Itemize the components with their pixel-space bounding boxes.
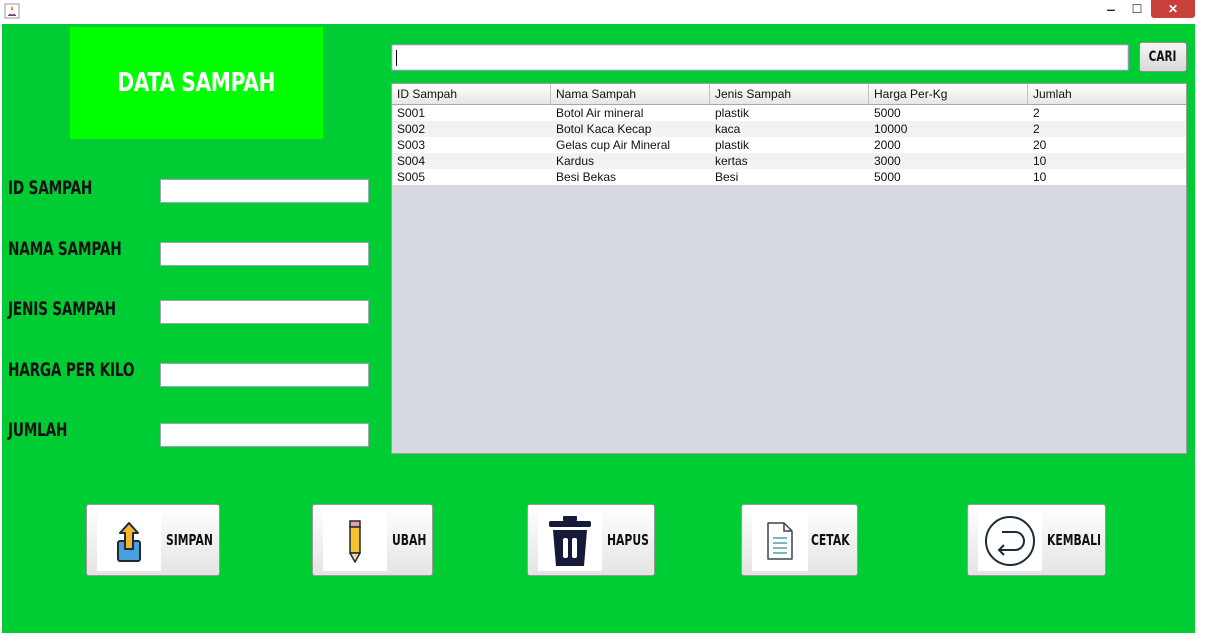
- table-row[interactable]: S003 Gelas cup Air Mineral plastik 2000 …: [392, 137, 1186, 153]
- simpan-label: SIMPAN: [166, 531, 213, 549]
- hapus-button[interactable]: HAPUS: [527, 504, 655, 576]
- harga-per-kilo-label: HARGA PER KILO: [8, 359, 135, 381]
- table-cell: Kardus: [556, 154, 595, 168]
- table-cell: 2000: [874, 138, 901, 152]
- cetak-button[interactable]: CETAK: [741, 504, 858, 576]
- table-body: S001 Botol Air mineral plastik 5000 2 S0…: [392, 105, 1186, 185]
- id-sampah-label: ID SAMPAH: [8, 177, 93, 199]
- kembali-button[interactable]: KEMBALI: [967, 504, 1106, 576]
- jenis-sampah-input[interactable]: [160, 300, 369, 324]
- minimize-icon: ‒: [1107, 1, 1115, 17]
- window-titlebar: ‒ ☐ ✕: [0, 0, 1205, 24]
- jenis-sampah-label: JENIS SAMPAH: [8, 298, 116, 320]
- table-cell: Besi Bekas: [556, 170, 617, 184]
- close-button[interactable]: ✕: [1151, 0, 1195, 18]
- table-cell: S004: [397, 154, 426, 168]
- simpan-button[interactable]: SIMPAN: [86, 504, 220, 576]
- nama-sampah-label: NAMA SAMPAH: [8, 238, 122, 260]
- table-cell: 10000: [874, 122, 908, 136]
- table-cell: 10: [1033, 154, 1047, 168]
- trash-icon: [538, 511, 602, 571]
- ubah-button[interactable]: UBAH: [312, 504, 433, 576]
- search-button[interactable]: CARI: [1139, 42, 1187, 72]
- maximize-icon: ☐: [1131, 2, 1143, 16]
- table-cell: plastik: [715, 138, 750, 152]
- table-row[interactable]: S002 Botol Kaca Kecap kaca 10000 2: [392, 121, 1186, 137]
- column-header-nama-sampah[interactable]: Nama Sampah: [551, 84, 710, 105]
- minimize-button[interactable]: ‒: [1100, 0, 1122, 18]
- close-icon: ✕: [1167, 2, 1179, 16]
- document-icon: [752, 511, 808, 571]
- column-header-jumlah[interactable]: Jumlah: [1028, 84, 1186, 105]
- table-cell: S001: [397, 106, 426, 120]
- text-caret: [396, 50, 397, 66]
- data-table[interactable]: ID Sampah Nama Sampah Jenis Sampah Harga…: [391, 83, 1187, 454]
- jumlah-label: JUMLAH: [8, 419, 68, 441]
- column-header-harga-per-kg[interactable]: Harga Per-Kg: [869, 84, 1028, 105]
- pencil-icon: [323, 511, 387, 571]
- hapus-label: HAPUS: [607, 531, 649, 549]
- table-cell: S003: [397, 138, 426, 152]
- maximize-button[interactable]: ☐: [1126, 0, 1148, 18]
- ubah-label: UBAH: [392, 531, 427, 549]
- table-cell: Besi: [715, 170, 739, 184]
- return-icon: [978, 511, 1042, 571]
- java-app-icon: [4, 3, 20, 19]
- table-cell: 5000: [874, 170, 901, 184]
- table-row[interactable]: S001 Botol Air mineral plastik 5000 2: [392, 105, 1186, 121]
- id-sampah-input[interactable]: [160, 179, 369, 203]
- table-header: ID Sampah Nama Sampah Jenis Sampah Harga…: [392, 84, 1186, 105]
- table-row[interactable]: S005 Besi Bekas Besi 5000 10: [392, 169, 1186, 185]
- column-header-jenis-sampah[interactable]: Jenis Sampah: [710, 84, 869, 105]
- harga-per-kilo-input[interactable]: [160, 363, 369, 387]
- search-button-label: CARI: [1149, 49, 1177, 65]
- table-cell: kaca: [715, 122, 741, 136]
- title-panel: DATA SAMPAH: [70, 27, 323, 139]
- nama-sampah-input[interactable]: [160, 242, 369, 266]
- search-input[interactable]: [391, 44, 1129, 71]
- table-cell: 5000: [874, 106, 901, 120]
- table-cell: S005: [397, 170, 426, 184]
- table-cell: 2: [1033, 122, 1040, 136]
- table-cell: 3000: [874, 154, 901, 168]
- table-cell: 20: [1033, 138, 1047, 152]
- cetak-label: CETAK: [811, 531, 850, 549]
- table-cell: Botol Kaca Kecap: [556, 122, 652, 136]
- table-cell: S002: [397, 122, 426, 136]
- upload-icon: [97, 511, 161, 571]
- table-cell: 2: [1033, 106, 1040, 120]
- table-cell: 10: [1033, 170, 1047, 184]
- page-title: DATA SAMPAH: [117, 68, 276, 98]
- table-row[interactable]: S004 Kardus kertas 3000 10: [392, 153, 1186, 169]
- jumlah-input[interactable]: [160, 423, 369, 447]
- table-cell: kertas: [715, 154, 748, 168]
- table-cell: Gelas cup Air Mineral: [556, 138, 671, 152]
- table-cell: Botol Air mineral: [556, 106, 644, 120]
- kembali-label: KEMBALI: [1047, 531, 1101, 549]
- table-cell: plastik: [715, 106, 750, 120]
- column-header-id-sampah[interactable]: ID Sampah: [392, 84, 551, 105]
